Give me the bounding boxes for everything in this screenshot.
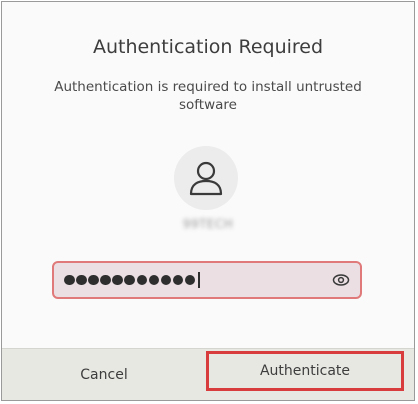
password-field[interactable]: [52, 261, 362, 299]
password-dot: [184, 274, 196, 286]
dialog-title: Authentication Required: [92, 36, 324, 58]
password-dot: [136, 274, 148, 286]
password-mask: [64, 272, 200, 288]
avatar: [174, 146, 238, 210]
password-dot: [76, 274, 87, 286]
password-dot: [64, 274, 75, 286]
password-dot: [172, 274, 184, 286]
dialog-message: Authentication is required to install un…: [54, 79, 362, 113]
cancel-button[interactable]: Cancel: [2, 349, 206, 400]
password-dot: [124, 274, 135, 286]
authenticate-button[interactable]: Authenticate: [206, 351, 404, 391]
password-dot: [88, 274, 99, 286]
password-dot: [148, 274, 160, 286]
password-dot: [100, 274, 111, 286]
eye-icon[interactable]: [332, 272, 350, 288]
password-dot: [160, 274, 172, 286]
dialog-footer: Cancel Authenticate: [2, 348, 414, 400]
password-dot: [112, 274, 123, 286]
username-label: 99TECH: [182, 217, 234, 231]
text-caret: [198, 272, 200, 288]
user-icon: [189, 161, 223, 196]
authentication-dialog: Authentication Required Authentication i…: [1, 1, 415, 401]
